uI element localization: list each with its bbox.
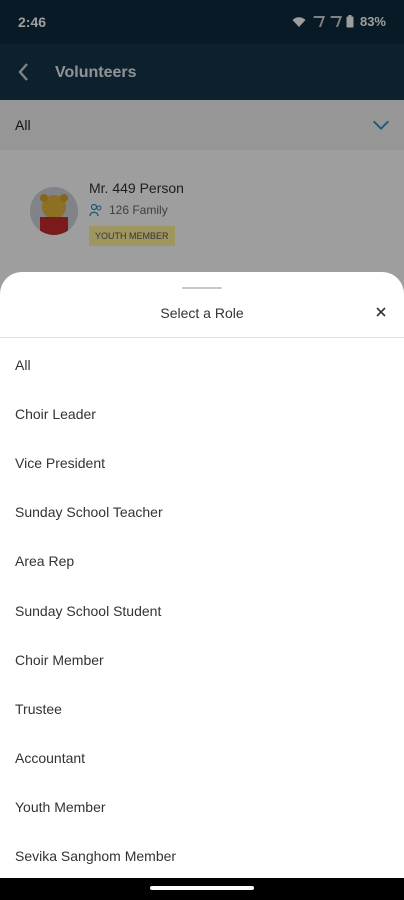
role-option[interactable]: Youth Member [0,783,404,832]
role-option[interactable]: Sevika Sanghom Member [0,832,404,881]
drag-handle[interactable] [182,287,222,289]
divider [0,337,404,338]
role-option[interactable]: Choir Member [0,635,404,684]
role-options-list: All Choir Leader Vice President Sunday S… [0,340,404,881]
role-select-sheet: Select a Role All Choir Leader Vice Pres… [0,272,404,878]
role-option[interactable]: Sunday School Student [0,586,404,635]
role-option[interactable]: Vice President [0,438,404,487]
role-option[interactable]: All [0,340,404,389]
sheet-title: Select a Role [160,305,244,321]
role-option[interactable]: Trustee [0,684,404,733]
role-option[interactable]: Choir Leader [0,389,404,438]
close-icon[interactable] [372,303,390,321]
system-nav-bar [0,878,404,900]
role-option[interactable]: Sunday School Teacher [0,488,404,537]
role-option[interactable]: Accountant [0,734,404,783]
home-gesture-handle[interactable] [150,886,254,890]
role-option[interactable]: Area Rep [0,537,404,586]
